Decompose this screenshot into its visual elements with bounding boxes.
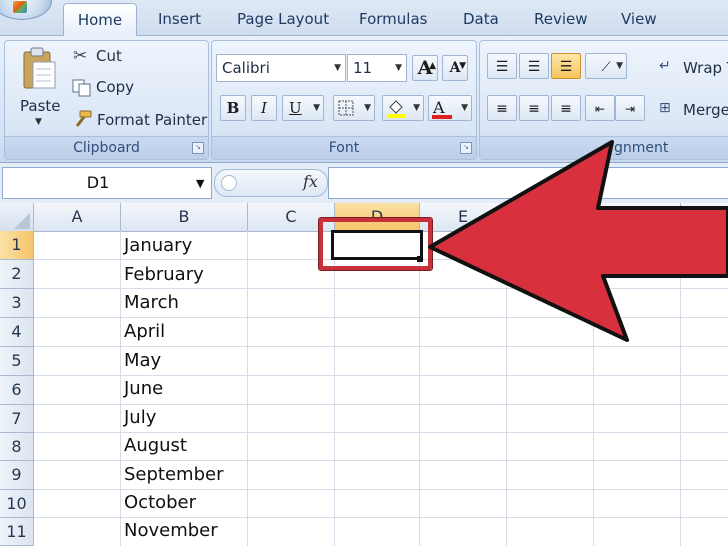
arrow-icon [428,140,728,342]
